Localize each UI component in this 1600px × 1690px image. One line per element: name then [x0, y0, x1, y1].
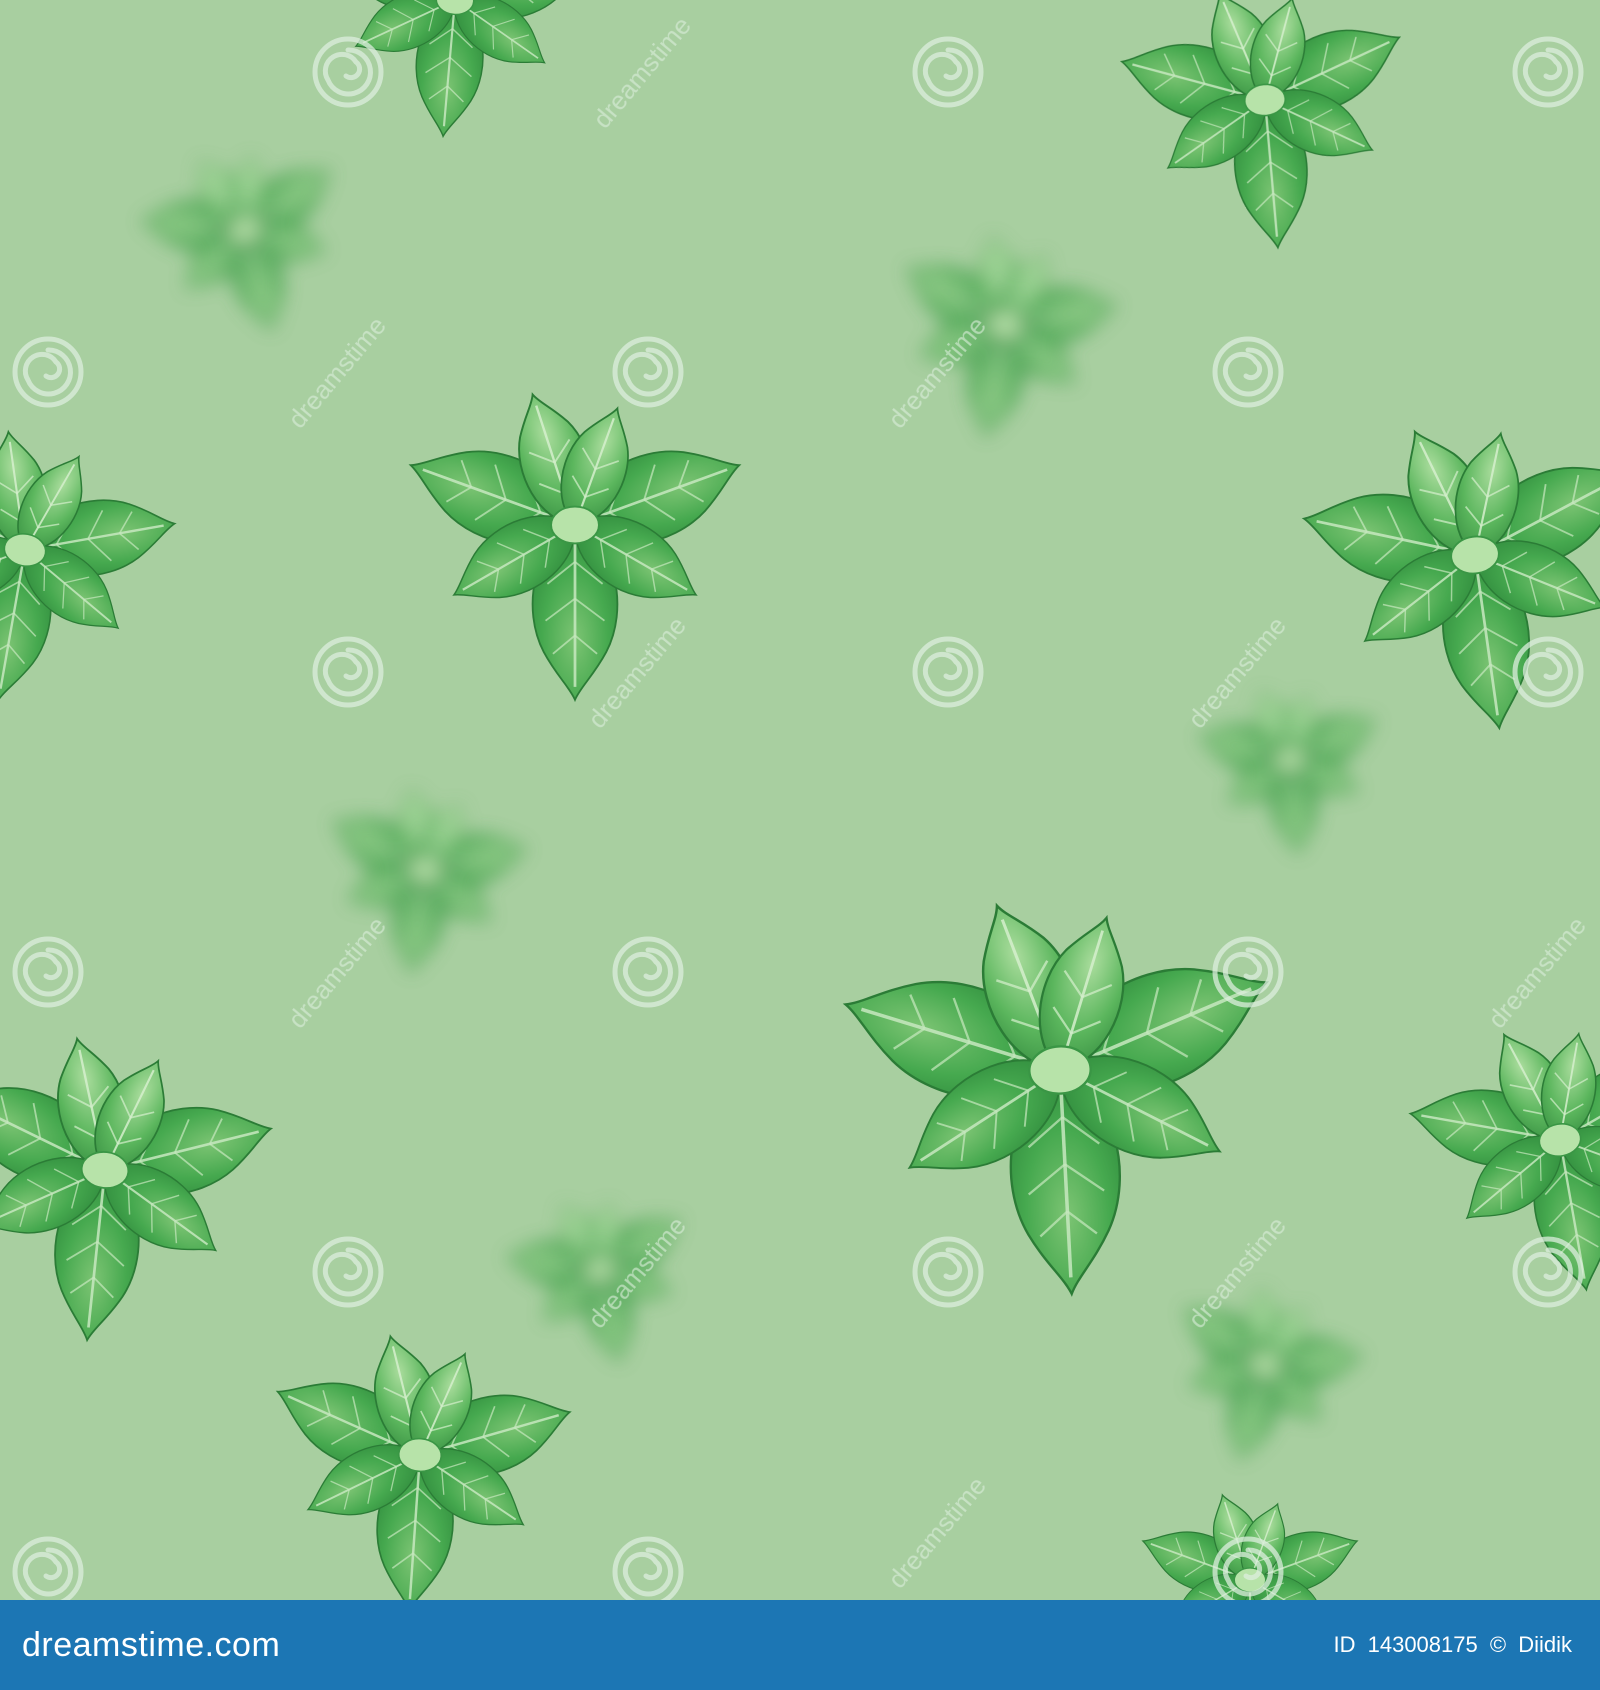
id-value: 143008175 [1367, 1632, 1478, 1657]
mint-leaves-pattern-image: dreamstime dreamstime dreamstime dreamst… [0, 0, 1600, 1600]
brand-text[interactable]: dreamstime.com [22, 1626, 280, 1665]
stock-image-page: dreamstime dreamstime dreamstime dreamst… [0, 0, 1600, 1690]
copyright-symbol: © [1489, 1632, 1507, 1657]
mint-pattern-svg: dreamstime dreamstime dreamstime dreamst… [0, 0, 1600, 1600]
author-name[interactable]: Diidik [1518, 1632, 1572, 1657]
id-label: ID [1333, 1632, 1356, 1657]
footer-bar: dreamstime.com ID 143008175 © Diidik [0, 1600, 1600, 1690]
stock-info: ID 143008175 © Diidik [1327, 1632, 1572, 1658]
